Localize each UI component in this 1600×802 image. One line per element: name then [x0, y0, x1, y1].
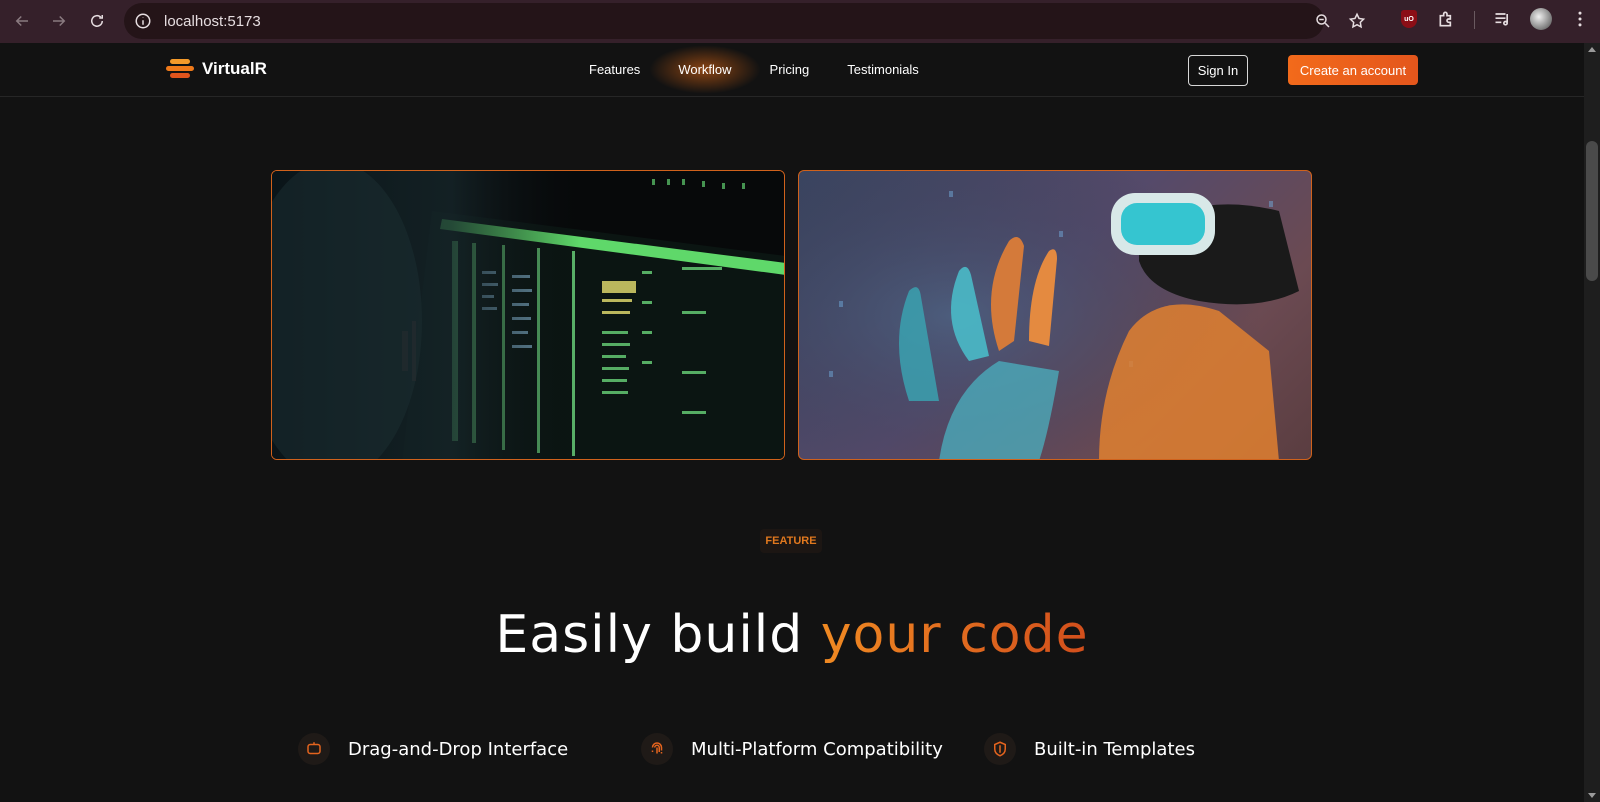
section-headline: Easily build your code: [0, 605, 1584, 665]
browser-toolbar: localhost:5173 uO: [0, 0, 1600, 43]
nav-features[interactable]: Features: [570, 59, 659, 80]
extensions-icon[interactable]: [1437, 9, 1457, 29]
create-account-button[interactable]: Create an account: [1288, 55, 1418, 85]
nav-testimonials[interactable]: Testimonials: [828, 59, 938, 80]
scroll-down-arrow-icon[interactable]: [1588, 793, 1596, 798]
bookmark-star-icon[interactable]: [1348, 12, 1366, 30]
scrollbar-thumb[interactable]: [1586, 141, 1598, 281]
feature-title: Multi-Platform Compatibility: [691, 738, 943, 760]
ublock-icon[interactable]: uO: [1401, 10, 1417, 28]
page-scrollbar[interactable]: [1584, 43, 1600, 802]
nav-workflow[interactable]: Workflow: [649, 45, 761, 94]
feature-tag: FEATURE: [760, 529, 822, 553]
back-arrow-icon[interactable]: [9, 8, 35, 34]
fingerprint-icon: [641, 733, 673, 765]
logo-icon: [166, 59, 194, 79]
feature-title: Drag-and-Drop Interface: [348, 738, 569, 760]
menu-kebab-icon[interactable]: [1570, 9, 1590, 29]
feature-item-templates: Built-in Templates: [984, 733, 1195, 765]
main-nav: Features Workflow Pricing Testimonials: [570, 45, 938, 94]
scroll-up-arrow-icon[interactable]: [1588, 47, 1596, 52]
url-text[interactable]: localhost:5173: [164, 13, 261, 30]
site-header: VirtualR Features Workflow Pricing Testi…: [0, 43, 1584, 97]
page-viewport: VirtualR Features Workflow Pricing Testi…: [0, 43, 1584, 802]
nav-pricing[interactable]: Pricing: [751, 59, 829, 80]
headline-main: Easily build: [495, 605, 821, 665]
profile-avatar[interactable]: [1530, 8, 1552, 30]
feature-item-multi-platform: Multi-Platform Compatibility: [641, 733, 943, 765]
media-control-icon[interactable]: [1493, 9, 1513, 29]
feature-title: Built-in Templates: [1034, 738, 1195, 760]
toolbar-divider: [1474, 11, 1475, 29]
shield-icon: [984, 733, 1016, 765]
reload-icon[interactable]: [84, 8, 110, 34]
brand-logo[interactable]: VirtualR: [166, 59, 267, 79]
zoom-icon[interactable]: [1314, 12, 1332, 30]
headline-accent: your code: [820, 605, 1089, 665]
vr-headset-photo: [798, 170, 1312, 460]
forward-arrow-icon[interactable]: [46, 8, 72, 34]
brand-name: VirtualR: [202, 59, 267, 78]
feature-item-drag-drop: Drag-and-Drop Interface: [298, 733, 568, 765]
address-bar[interactable]: localhost:5173: [124, 3, 1366, 39]
site-info-icon[interactable]: [134, 12, 152, 30]
chat-bot-icon: [298, 733, 330, 765]
coding-screen-photo: [271, 170, 785, 460]
sign-in-button[interactable]: Sign In: [1188, 55, 1248, 86]
